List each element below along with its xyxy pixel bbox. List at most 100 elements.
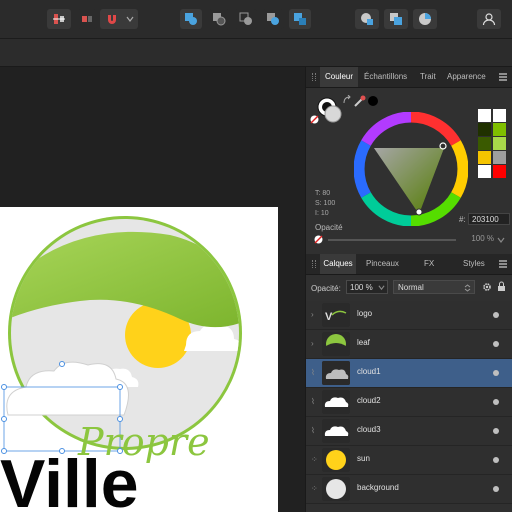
boolean-divide-button[interactable] — [289, 9, 311, 29]
layer-name: logo — [357, 309, 373, 318]
swatch[interactable] — [478, 151, 491, 164]
layer-row-cloud1[interactable]: ⌇ cloud1 — [306, 359, 512, 388]
visibility-dot[interactable] — [493, 341, 499, 347]
selection-handle[interactable] — [1, 416, 7, 422]
boolean-intersect-button[interactable] — [235, 9, 257, 29]
visibility-dot[interactable] — [493, 370, 499, 376]
expand-arrow-icon[interactable]: › — [311, 339, 314, 348]
swatch[interactable] — [493, 109, 506, 122]
no-color-icon[interactable] — [310, 115, 319, 124]
layer-name: background — [357, 483, 399, 492]
current-color-swatch[interactable] — [368, 96, 378, 106]
svg-text:V: V — [325, 311, 333, 323]
layer-thumbnail — [322, 448, 350, 472]
swatch[interactable] — [493, 151, 506, 164]
tab-echantillons[interactable]: Échantillons — [364, 67, 407, 87]
layer-row-cloud2[interactable]: ⌇ cloud2 — [306, 388, 512, 417]
gear-icon[interactable] — [482, 282, 492, 292]
arrange-button[interactable] — [77, 9, 97, 29]
layer-name: cloud1 — [357, 367, 381, 376]
visibility-dot[interactable] — [493, 428, 499, 434]
tab-trait[interactable]: Trait — [420, 67, 436, 87]
lock-icon[interactable] — [497, 281, 506, 292]
align-button[interactable] — [47, 9, 71, 29]
boolean-subtract-button[interactable] — [208, 9, 230, 29]
layer-thumbnail — [322, 390, 350, 414]
insert-shape-button[interactable] — [355, 9, 379, 29]
rotation-handle[interactable] — [59, 361, 65, 367]
ville-wordmark: Ville — [0, 446, 139, 512]
speech-bubble-icon — [361, 13, 373, 25]
visibility-dot[interactable] — [493, 486, 499, 492]
layer-row-leaf[interactable]: › leaf — [306, 330, 512, 359]
layer-row-background[interactable]: ⁘ background — [306, 475, 512, 504]
tab-pinceaux[interactable]: Pinceaux — [366, 254, 399, 274]
updown-icon — [464, 284, 471, 292]
panel-menu-icon[interactable] — [498, 72, 508, 82]
layer-row-logo[interactable]: › V logo — [306, 301, 512, 330]
rectangles-icon — [390, 13, 402, 25]
insert-rect-button[interactable] — [384, 9, 408, 29]
color-picker-icon[interactable] — [353, 94, 367, 108]
chevron-down-icon[interactable] — [497, 236, 505, 244]
recent-swatches — [478, 109, 508, 178]
layer-thumbnail — [322, 477, 350, 501]
luminosity-readout: I: 10 — [315, 210, 329, 217]
tab-styles[interactable]: Styles — [463, 254, 485, 274]
saturation-handle[interactable] — [415, 208, 423, 216]
swatch[interactable] — [493, 123, 506, 136]
align-icon — [53, 14, 65, 24]
visibility-dot[interactable] — [493, 457, 499, 463]
no-opacity-icon[interactable] — [314, 235, 323, 244]
selection-handle[interactable] — [117, 384, 123, 390]
user-account-button[interactable] — [477, 9, 501, 29]
opacity-value[interactable]: 100 % — [456, 233, 494, 245]
insert-pie-button[interactable] — [413, 9, 437, 29]
boolean-subtract-icon — [213, 13, 226, 26]
shape-layer-icon: ⁘ — [311, 455, 318, 464]
layer-name: cloud3 — [357, 425, 381, 434]
layer-opacity-label: Opacité: — [311, 284, 341, 293]
visibility-dot[interactable] — [493, 399, 499, 405]
layer-row-sun[interactable]: ⁘ sun — [306, 446, 512, 475]
layer-row-cloud3[interactable]: ⌇ cloud3 — [306, 417, 512, 446]
layer-opacity-input[interactable]: 100 % — [346, 280, 388, 294]
swatch[interactable] — [478, 109, 491, 122]
blend-mode-select[interactable]: Normal — [393, 280, 475, 294]
layer-link-icon[interactable]: ⌇ — [311, 397, 315, 406]
swatch[interactable] — [478, 123, 491, 136]
tab-calques[interactable]: Calques — [320, 254, 356, 274]
layer-link-icon[interactable]: ⌇ — [311, 368, 315, 377]
boolean-xor-button[interactable] — [262, 9, 284, 29]
opacity-slider[interactable] — [328, 239, 456, 241]
logo-artwork[interactable]: Propre Ville — [0, 207, 278, 512]
chevron-down-icon — [378, 285, 385, 291]
panel-grip-icon[interactable] — [312, 260, 316, 268]
layer-thumbnail: V — [322, 303, 350, 327]
swap-colors-icon[interactable] — [342, 95, 352, 105]
hex-label: #: — [459, 215, 466, 224]
snapping-button[interactable] — [100, 9, 138, 29]
swatch[interactable] — [493, 137, 506, 150]
tab-apparence[interactable]: Apparence — [447, 67, 486, 87]
arrange-icon — [82, 16, 92, 22]
swatch[interactable] — [493, 165, 506, 178]
swatch[interactable] — [478, 137, 491, 150]
tab-fx[interactable]: FX — [424, 254, 434, 274]
pie-icon — [419, 13, 431, 25]
layer-thumbnail — [322, 361, 350, 385]
panel-grip-icon[interactable] — [312, 73, 316, 81]
boolean-add-button[interactable] — [180, 9, 202, 29]
tab-couleur[interactable]: Couleur — [320, 67, 358, 87]
document-page[interactable]: Propre Ville — [0, 207, 278, 512]
visibility-dot[interactable] — [493, 312, 499, 318]
panel-menu-icon[interactable] — [498, 259, 508, 269]
layer-link-icon[interactable]: ⌇ — [311, 426, 315, 435]
canvas-area[interactable]: Propre Ville — [0, 67, 305, 512]
selection-handle[interactable] — [1, 384, 7, 390]
chevron-down-icon — [126, 16, 134, 22]
swatch[interactable] — [478, 165, 491, 178]
expand-arrow-icon[interactable]: › — [311, 310, 314, 319]
hex-input[interactable]: 203100 — [468, 213, 510, 225]
color-wheel[interactable] — [354, 112, 468, 226]
